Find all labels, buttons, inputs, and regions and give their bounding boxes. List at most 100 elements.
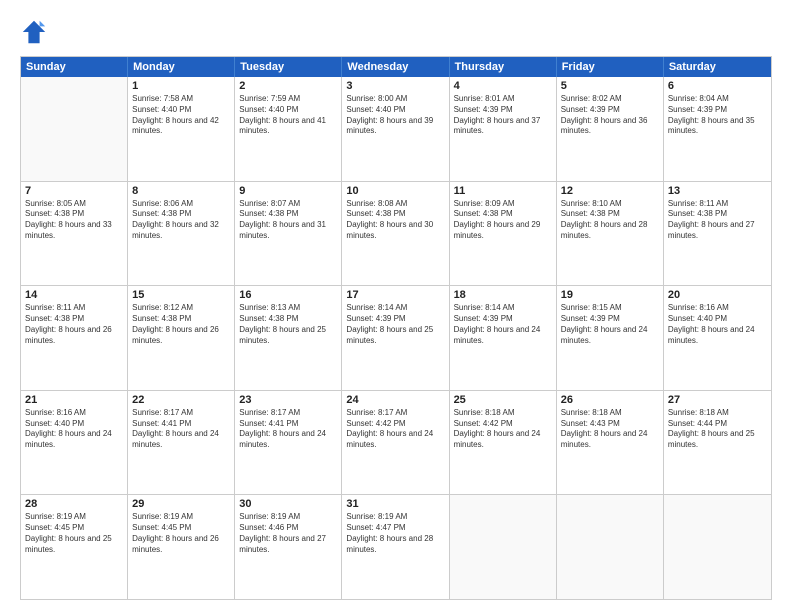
calendar-row: 7 Sunrise: 8:05 AMSunset: 4:38 PMDaylight… [21, 181, 771, 286]
calendar-body: 1 Sunrise: 7:58 AMSunset: 4:40 PMDaylight… [21, 77, 771, 599]
day-info: Sunrise: 8:05 AMSunset: 4:38 PMDaylight:… [25, 199, 123, 242]
day-info: Sunrise: 8:17 AMSunset: 4:42 PMDaylight:… [346, 408, 444, 451]
calendar-cell: 20 Sunrise: 8:16 AMSunset: 4:40 PMDayligh… [664, 286, 771, 390]
calendar-cell: 8 Sunrise: 8:06 AMSunset: 4:38 PMDaylight… [128, 182, 235, 286]
calendar-cell [557, 495, 664, 599]
calendar-cell: 1 Sunrise: 7:58 AMSunset: 4:40 PMDaylight… [128, 77, 235, 181]
day-info: Sunrise: 8:12 AMSunset: 4:38 PMDaylight:… [132, 303, 230, 346]
day-number: 24 [346, 394, 444, 406]
calendar-cell: 10Sunrise: 8:08 AMSunset: 4:38 PMDayligh… [342, 182, 449, 286]
calendar-cell: 30 Sunrise: 8:19 AMSunset: 4:46 PMDayligh… [235, 495, 342, 599]
calendar-cell: 2 Sunrise: 7:59 AMSunset: 4:40 PMDaylight… [235, 77, 342, 181]
day-info: Sunrise: 8:07 AMSunset: 4:38 PMDaylight:… [239, 199, 337, 242]
calendar-row: 21 Sunrise: 8:16 AMSunset: 4:40 PMDayligh… [21, 390, 771, 495]
calendar-cell: 15Sunrise: 8:12 AMSunset: 4:38 PMDayligh… [128, 286, 235, 390]
day-info: Sunrise: 8:13 AMSunset: 4:38 PMDaylight:… [239, 303, 337, 346]
calendar-cell: 26 Sunrise: 8:18 AMSunset: 4:43 PMDayligh… [557, 391, 664, 495]
page: SundayMondayTuesdayWednesdayThursdayFrid… [0, 0, 792, 612]
day-number: 28 [25, 498, 123, 510]
calendar-cell: 14 Sunrise: 8:11 AMSunset: 4:38 PMDayligh… [21, 286, 128, 390]
day-number: 26 [561, 394, 659, 406]
calendar-cell: 19 Sunrise: 8:15 AMSunset: 4:39 PMDayligh… [557, 286, 664, 390]
day-number: 21 [25, 394, 123, 406]
calendar-cell: 5 Sunrise: 8:02 AMSunset: 4:39 PMDaylight… [557, 77, 664, 181]
day-info: Sunrise: 8:01 AMSunset: 4:39 PMDaylight:… [454, 94, 552, 137]
day-number: 6 [668, 80, 767, 92]
logo-icon [20, 18, 48, 46]
day-info: Sunrise: 8:06 AMSunset: 4:38 PMDaylight:… [132, 199, 230, 242]
day-number: 11 [454, 185, 552, 197]
calendar-cell: 22Sunrise: 8:17 AMSunset: 4:41 PMDayligh… [128, 391, 235, 495]
day-info: Sunrise: 8:19 AMSunset: 4:45 PMDaylight:… [132, 512, 230, 555]
day-number: 8 [132, 185, 230, 197]
calendar-cell: 16 Sunrise: 8:13 AMSunset: 4:38 PMDayligh… [235, 286, 342, 390]
calendar-cell: 3Sunrise: 8:00 AMSunset: 4:40 PMDaylight… [342, 77, 449, 181]
calendar-cell: 9 Sunrise: 8:07 AMSunset: 4:38 PMDaylight… [235, 182, 342, 286]
day-info: Sunrise: 8:17 AMSunset: 4:41 PMDaylight:… [239, 408, 337, 451]
day-info: Sunrise: 8:15 AMSunset: 4:39 PMDaylight:… [561, 303, 659, 346]
calendar-cell [21, 77, 128, 181]
day-number: 25 [454, 394, 552, 406]
day-info: Sunrise: 8:18 AMSunset: 4:42 PMDaylight:… [454, 408, 552, 451]
day-number: 2 [239, 80, 337, 92]
day-number: 20 [668, 289, 767, 301]
day-number: 19 [561, 289, 659, 301]
day-info: Sunrise: 8:19 AMSunset: 4:46 PMDaylight:… [239, 512, 337, 555]
day-info: Sunrise: 8:11 AMSunset: 4:38 PMDaylight:… [668, 199, 767, 242]
day-info: Sunrise: 8:02 AMSunset: 4:39 PMDaylight:… [561, 94, 659, 137]
day-info: Sunrise: 8:11 AMSunset: 4:38 PMDaylight:… [25, 303, 123, 346]
calendar-row: 14 Sunrise: 8:11 AMSunset: 4:38 PMDayligh… [21, 285, 771, 390]
weekday-header: Monday [128, 57, 235, 77]
day-info: Sunrise: 8:19 AMSunset: 4:47 PMDaylight:… [346, 512, 444, 555]
day-number: 12 [561, 185, 659, 197]
calendar-header: SundayMondayTuesdayWednesdayThursdayFrid… [21, 57, 771, 77]
calendar-cell: 18 Sunrise: 8:14 AMSunset: 4:39 PMDayligh… [450, 286, 557, 390]
day-number: 14 [25, 289, 123, 301]
day-number: 1 [132, 80, 230, 92]
day-info: Sunrise: 8:18 AMSunset: 4:43 PMDaylight:… [561, 408, 659, 451]
calendar-cell: 24 Sunrise: 8:17 AMSunset: 4:42 PMDayligh… [342, 391, 449, 495]
calendar-cell: 23 Sunrise: 8:17 AMSunset: 4:41 PMDayligh… [235, 391, 342, 495]
day-number: 5 [561, 80, 659, 92]
calendar-cell: 29 Sunrise: 8:19 AMSunset: 4:45 PMDayligh… [128, 495, 235, 599]
day-number: 13 [668, 185, 767, 197]
day-info: Sunrise: 7:58 AMSunset: 4:40 PMDaylight:… [132, 94, 230, 137]
calendar-cell: 4Sunrise: 8:01 AMSunset: 4:39 PMDaylight… [450, 77, 557, 181]
day-info: Sunrise: 8:10 AMSunset: 4:38 PMDaylight:… [561, 199, 659, 242]
day-number: 29 [132, 498, 230, 510]
calendar-cell [450, 495, 557, 599]
day-number: 17 [346, 289, 444, 301]
day-info: Sunrise: 8:08 AMSunset: 4:38 PMDaylight:… [346, 199, 444, 242]
weekday-header: Thursday [450, 57, 557, 77]
day-number: 31 [346, 498, 444, 510]
calendar: SundayMondayTuesdayWednesdayThursdayFrid… [20, 56, 772, 600]
calendar-cell: 11 Sunrise: 8:09 AMSunset: 4:38 PMDayligh… [450, 182, 557, 286]
calendar-cell: 13 Sunrise: 8:11 AMSunset: 4:38 PMDayligh… [664, 182, 771, 286]
day-number: 16 [239, 289, 337, 301]
calendar-row: 1 Sunrise: 7:58 AMSunset: 4:40 PMDaylight… [21, 77, 771, 181]
calendar-cell: 31 Sunrise: 8:19 AMSunset: 4:47 PMDayligh… [342, 495, 449, 599]
day-info: Sunrise: 8:16 AMSunset: 4:40 PMDaylight:… [25, 408, 123, 451]
calendar-cell: 7 Sunrise: 8:05 AMSunset: 4:38 PMDaylight… [21, 182, 128, 286]
day-info: Sunrise: 8:00 AMSunset: 4:40 PMDaylight:… [346, 94, 444, 137]
weekday-header: Sunday [21, 57, 128, 77]
weekday-header: Tuesday [235, 57, 342, 77]
weekday-header: Friday [557, 57, 664, 77]
day-info: Sunrise: 7:59 AMSunset: 4:40 PMDaylight:… [239, 94, 337, 137]
day-info: Sunrise: 8:14 AMSunset: 4:39 PMDaylight:… [454, 303, 552, 346]
day-number: 23 [239, 394, 337, 406]
day-number: 18 [454, 289, 552, 301]
day-number: 27 [668, 394, 767, 406]
day-number: 30 [239, 498, 337, 510]
day-number: 7 [25, 185, 123, 197]
day-info: Sunrise: 8:16 AMSunset: 4:40 PMDaylight:… [668, 303, 767, 346]
day-info: Sunrise: 8:17 AMSunset: 4:41 PMDaylight:… [132, 408, 230, 451]
calendar-cell: 6Sunrise: 8:04 AMSunset: 4:39 PMDaylight… [664, 77, 771, 181]
logo [20, 18, 52, 46]
day-info: Sunrise: 8:19 AMSunset: 4:45 PMDaylight:… [25, 512, 123, 555]
calendar-cell: 28 Sunrise: 8:19 AMSunset: 4:45 PMDayligh… [21, 495, 128, 599]
day-number: 9 [239, 185, 337, 197]
weekday-header: Saturday [664, 57, 771, 77]
day-info: Sunrise: 8:09 AMSunset: 4:38 PMDaylight:… [454, 199, 552, 242]
calendar-cell: 12 Sunrise: 8:10 AMSunset: 4:38 PMDayligh… [557, 182, 664, 286]
